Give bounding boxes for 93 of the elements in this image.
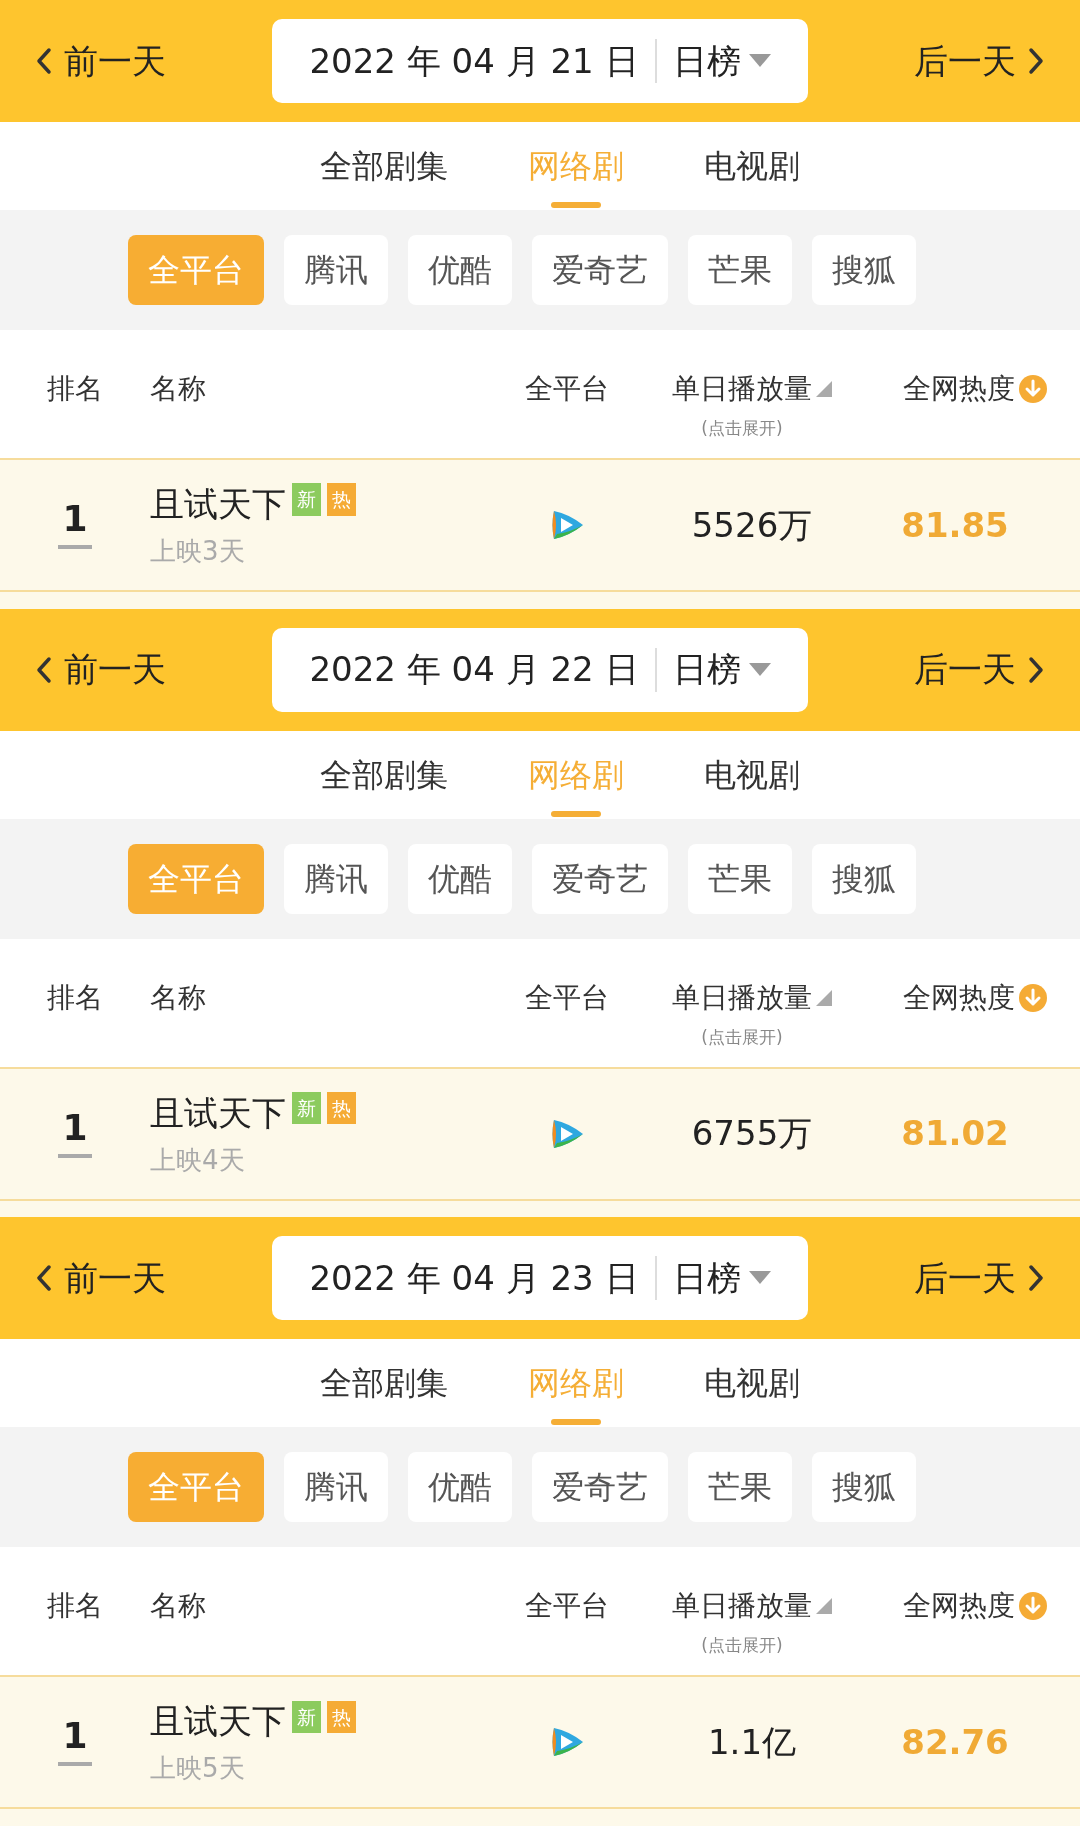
platform-filter-button[interactable]: 爱奇艺 bbox=[532, 235, 668, 305]
status-badge: 热 bbox=[327, 1700, 356, 1734]
date-selector[interactable]: 2022 年 04 月 23 日 日榜 bbox=[272, 1236, 808, 1321]
period-dropdown[interactable]: 日榜 bbox=[672, 1252, 771, 1304]
status-badge: 热 bbox=[327, 1091, 356, 1125]
chevron-right-icon bbox=[1028, 47, 1044, 75]
rank-number: 1 bbox=[62, 1109, 88, 1146]
date-selector[interactable]: 2022 年 04 月 22 日 日榜 bbox=[272, 627, 808, 712]
platform-filter-button[interactable]: 芒果 bbox=[688, 1452, 792, 1523]
platform-filter-button[interactable]: 芒果 bbox=[688, 843, 792, 914]
days-released: 上映3天 bbox=[150, 535, 246, 568]
expand-hint[interactable]: (点击展开) bbox=[701, 1633, 803, 1659]
platform-filter-button[interactable]: 腾讯 bbox=[284, 235, 388, 305]
sort-descending-icon bbox=[1019, 983, 1047, 1012]
column-header[interactable]: 全网热度 bbox=[903, 976, 1015, 1019]
category-tab[interactable]: 全部剧集 bbox=[320, 122, 448, 210]
column-header[interactable]: 全网热度 bbox=[903, 1585, 1015, 1628]
column-header: 名称 bbox=[150, 979, 206, 1016]
sort-indicator-icon bbox=[816, 1598, 832, 1615]
next-day-button[interactable]: 后一天 bbox=[914, 1252, 1044, 1304]
sort-descending-icon bbox=[1019, 375, 1047, 403]
show-title[interactable]: 且试天下 bbox=[150, 479, 286, 530]
column-header: 全平台 bbox=[525, 371, 609, 407]
dropdown-caret-icon bbox=[748, 662, 771, 677]
platform-filter-button[interactable]: 腾讯 bbox=[284, 1452, 388, 1523]
dropdown-caret-icon bbox=[748, 1271, 771, 1286]
platform-filter-button[interactable]: 优酷 bbox=[408, 1452, 512, 1523]
daily-plays: 1.1亿 bbox=[706, 1720, 798, 1764]
platform-filter-button[interactable]: 优酷 bbox=[408, 843, 512, 914]
status-badge: 新 bbox=[292, 483, 321, 516]
daily-plays: 6755万 bbox=[690, 1112, 814, 1156]
rank-number: 1 bbox=[62, 501, 88, 537]
chevron-right-icon bbox=[1028, 655, 1044, 684]
column-header: 排名 bbox=[47, 371, 103, 407]
heat-score: 81.85 bbox=[900, 503, 1010, 547]
column-header[interactable]: 单日播放量 bbox=[672, 368, 812, 410]
platform-filter-button[interactable]: 腾讯 bbox=[284, 843, 388, 914]
sort-indicator-icon bbox=[816, 989, 832, 1006]
category-tab[interactable]: 全部剧集 bbox=[320, 1339, 448, 1428]
show-title[interactable]: 且试天下 bbox=[150, 1087, 286, 1139]
column-header[interactable]: 单日播放量 bbox=[672, 976, 812, 1019]
ranking-row[interactable]: 1 且试天下 新 热 上映5天 1.1亿 82.76 bbox=[0, 1677, 1080, 1810]
platform-filter-button[interactable]: 爱奇艺 bbox=[532, 1452, 668, 1523]
expand-hint[interactable]: (点击展开) bbox=[701, 416, 803, 442]
previous-day-button[interactable]: 前一天 bbox=[36, 644, 166, 696]
period-dropdown[interactable]: 日榜 bbox=[672, 35, 771, 87]
date-text: 2022 年 04 月 21 日 bbox=[309, 39, 639, 83]
platform-filter-button[interactable]: 搜狐 bbox=[812, 235, 916, 305]
period-dropdown[interactable]: 日榜 bbox=[672, 644, 771, 696]
column-header: 名称 bbox=[150, 371, 206, 407]
next-day-button[interactable]: 后一天 bbox=[914, 35, 1044, 87]
heat-score: 82.76 bbox=[900, 1720, 1010, 1764]
dropdown-caret-icon bbox=[748, 54, 771, 68]
category-tab[interactable]: 电视剧 bbox=[704, 730, 800, 819]
next-day-button[interactable]: 后一天 bbox=[914, 644, 1044, 696]
chevron-left-icon bbox=[36, 655, 52, 684]
rank-number: 1 bbox=[62, 1718, 88, 1755]
column-header: 排名 bbox=[47, 979, 103, 1016]
sort-indicator-icon bbox=[816, 381, 832, 397]
status-badge: 新 bbox=[292, 1700, 321, 1734]
column-header: 全平台 bbox=[525, 1588, 609, 1625]
category-tab[interactable]: 电视剧 bbox=[704, 122, 800, 210]
heat-score: 81.02 bbox=[900, 1112, 1010, 1156]
platform-filter-button[interactable]: 芒果 bbox=[688, 235, 792, 305]
platform-filter-button[interactable]: 搜狐 bbox=[812, 1452, 916, 1523]
column-header: 排名 bbox=[47, 1588, 103, 1625]
ranking-row[interactable]: 1 且试天下 新 热 上映3天 5526万 81.85 bbox=[0, 460, 1080, 592]
daily-plays: 5526万 bbox=[690, 503, 814, 547]
chevron-left-icon bbox=[36, 1264, 52, 1293]
category-tab[interactable]: 全部剧集 bbox=[320, 730, 448, 819]
expand-hint[interactable]: (点击展开) bbox=[701, 1024, 803, 1051]
column-header: 全平台 bbox=[525, 979, 609, 1016]
days-released: 上映5天 bbox=[150, 1752, 246, 1786]
show-title[interactable]: 且试天下 bbox=[150, 1696, 286, 1748]
previous-day-button[interactable]: 前一天 bbox=[36, 35, 166, 87]
status-badge: 新 bbox=[292, 1091, 321, 1125]
category-tab[interactable]: 电视剧 bbox=[704, 1339, 800, 1428]
days-released: 上映4天 bbox=[150, 1143, 246, 1177]
sort-descending-icon bbox=[1019, 1592, 1047, 1621]
date-selector[interactable]: 2022 年 04 月 21 日 日榜 bbox=[272, 19, 808, 103]
chevron-right-icon bbox=[1028, 1264, 1044, 1293]
column-header: 名称 bbox=[150, 1588, 206, 1625]
previous-day-button[interactable]: 前一天 bbox=[36, 1252, 166, 1304]
column-header[interactable]: 单日播放量 bbox=[672, 1585, 812, 1628]
column-header[interactable]: 全网热度 bbox=[903, 368, 1015, 410]
status-badge: 热 bbox=[327, 483, 356, 516]
ranking-row[interactable]: 1 且试天下 新 热 上映4天 6755万 81.02 bbox=[0, 1068, 1080, 1201]
date-text: 2022 年 04 月 22 日 bbox=[309, 648, 639, 692]
chevron-left-icon bbox=[36, 47, 52, 75]
platform-filter-button[interactable]: 搜狐 bbox=[812, 843, 916, 914]
date-text: 2022 年 04 月 23 日 bbox=[309, 1256, 639, 1300]
platform-filter-button[interactable]: 优酷 bbox=[408, 235, 512, 305]
platform-filter-button[interactable]: 爱奇艺 bbox=[532, 843, 668, 914]
